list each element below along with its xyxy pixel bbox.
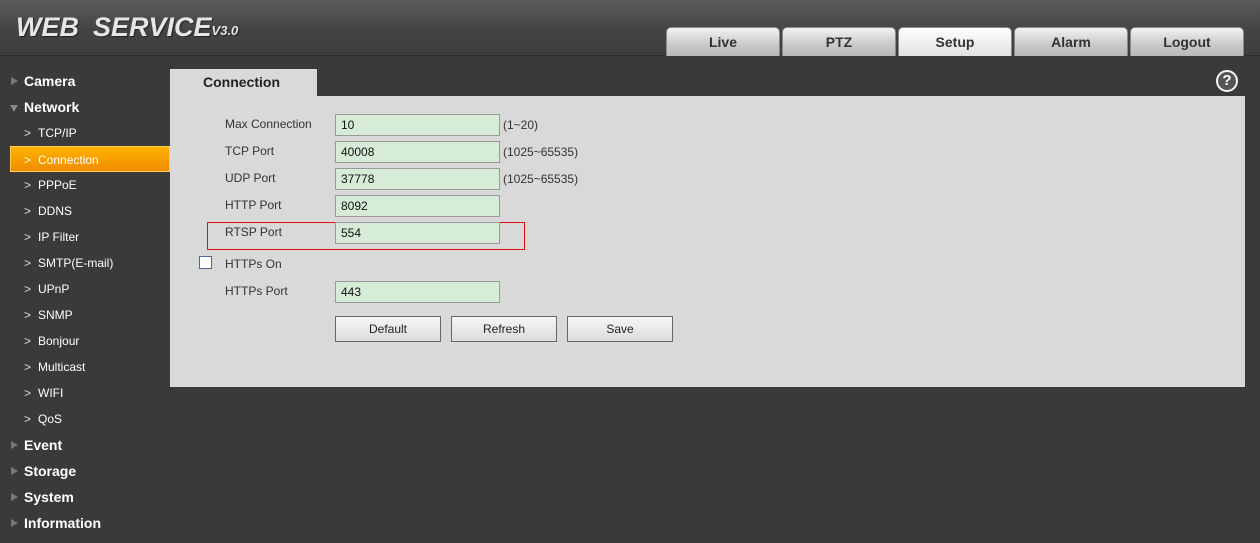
sidebar: Camera Network > TCP/IP > Connection > PPPo… (0, 68, 170, 536)
triangle-right-icon (11, 77, 18, 85)
sidebar-category-network[interactable]: Network (0, 94, 170, 120)
triangle-right-icon (11, 519, 18, 527)
sidebar-category-label: Event (24, 437, 63, 453)
tab-live[interactable]: Live (666, 27, 780, 56)
max-connection-input[interactable] (335, 114, 500, 136)
sidebar-category-system[interactable]: System (0, 484, 170, 510)
sidebar-item-label: WIFI (38, 386, 64, 400)
sidebar-item-label: DDNS (38, 204, 73, 218)
chevron-right-icon: > (24, 386, 32, 400)
logo-text-web: WEB (16, 12, 79, 42)
sidebar-item-smtp[interactable]: > SMTP(E-mail) (0, 250, 170, 276)
triangle-right-icon (11, 467, 18, 475)
https-port-label: HTTPs Port (225, 284, 288, 298)
content-tab-connection[interactable]: Connection (170, 69, 317, 96)
sidebar-category-label: Camera (24, 73, 76, 89)
sidebar-item-label: SNMP (38, 308, 73, 322)
chevron-right-icon: > (24, 334, 32, 348)
sidebar-item-label: SMTP(E-mail) (38, 256, 114, 270)
chevron-right-icon: > (24, 308, 32, 322)
sidebar-item-ip-filter[interactable]: > IP Filter (0, 224, 170, 250)
sidebar-category-event[interactable]: Event (0, 432, 170, 458)
triangle-right-icon (11, 493, 18, 501)
sidebar-category-storage[interactable]: Storage (0, 458, 170, 484)
sidebar-item-label: Bonjour (38, 334, 80, 348)
sidebar-item-pppoe[interactable]: > PPPoE (0, 172, 170, 198)
sidebar-category-camera[interactable]: Camera (0, 68, 170, 94)
chevron-right-icon: > (24, 204, 32, 218)
udp-port-hint: (1025~65535) (503, 172, 579, 186)
sidebar-item-ddns[interactable]: > DDNS (0, 198, 170, 224)
http-port-label: HTTP Port (225, 198, 282, 212)
refresh-button[interactable]: Refresh (451, 316, 557, 342)
main-tabs: Live PTZ Setup Alarm Logout (666, 27, 1246, 56)
sidebar-item-connection[interactable]: > Connection (10, 146, 170, 172)
sidebar-item-label: Connection (38, 153, 99, 167)
tab-setup[interactable]: Setup (898, 27, 1012, 56)
udp-port-label: UDP Port (225, 171, 276, 185)
tcp-port-input[interactable] (335, 141, 500, 163)
sidebar-category-information[interactable]: Information (0, 510, 170, 536)
logo-version: V3.0 (211, 23, 239, 38)
sidebar-item-label: IP Filter (38, 230, 80, 244)
sidebar-category-label: Information (24, 515, 101, 531)
header-bar: WEB SERVICEV3.0 Live PTZ Setup Alarm Logo… (0, 0, 1260, 56)
max-connection-hint: (1~20) (503, 118, 539, 132)
chevron-right-icon: > (24, 282, 32, 296)
sidebar-item-tcpip[interactable]: > TCP/IP (0, 120, 170, 146)
chevron-right-icon: > (24, 256, 32, 270)
tab-ptz[interactable]: PTZ (782, 27, 896, 56)
max-connection-label: Max Connection (225, 117, 312, 131)
sidebar-item-snmp[interactable]: > SNMP (0, 302, 170, 328)
sidebar-item-upnp[interactable]: > UPnP (0, 276, 170, 302)
sidebar-category-label: Network (24, 99, 80, 115)
default-button[interactable]: Default (335, 316, 441, 342)
tab-alarm[interactable]: Alarm (1014, 27, 1128, 56)
save-button[interactable]: Save (567, 316, 673, 342)
sidebar-item-label: PPPoE (38, 178, 77, 192)
https-on-checkbox[interactable] (199, 256, 212, 269)
tab-logout[interactable]: Logout (1130, 27, 1244, 56)
rtsp-port-input[interactable] (335, 222, 500, 244)
tcp-port-label: TCP Port (225, 144, 275, 158)
help-icon[interactable]: ? (1216, 70, 1238, 92)
connection-settings-panel: Max Connection (1~20) TCP Port (1025~655… (170, 96, 1245, 387)
rtsp-port-label: RTSP Port (225, 225, 282, 239)
sidebar-item-label: TCP/IP (38, 126, 77, 140)
chevron-right-icon: > (24, 153, 32, 167)
chevron-right-icon: > (24, 230, 32, 244)
sidebar-item-label: Multicast (38, 360, 86, 374)
triangle-down-icon (10, 105, 18, 112)
chevron-right-icon: > (24, 412, 32, 426)
sidebar-category-label: System (24, 489, 74, 505)
tcp-port-hint: (1025~65535) (503, 145, 579, 159)
chevron-right-icon: > (24, 178, 32, 192)
sidebar-item-bonjour[interactable]: > Bonjour (0, 328, 170, 354)
sidebar-item-label: QoS (38, 412, 63, 426)
https-on-label: HTTPs On (225, 257, 282, 271)
sidebar-item-multicast[interactable]: > Multicast (0, 354, 170, 380)
triangle-right-icon (11, 441, 18, 449)
chevron-right-icon: > (24, 126, 32, 140)
sidebar-item-qos[interactable]: > QoS (0, 406, 170, 432)
udp-port-input[interactable] (335, 168, 500, 190)
http-port-input[interactable] (335, 195, 500, 217)
sidebar-item-label: UPnP (38, 282, 70, 296)
https-port-input[interactable] (335, 281, 500, 303)
logo-text-service: SERVICE (93, 12, 212, 42)
sidebar-item-wifi[interactable]: > WIFI (0, 380, 170, 406)
sidebar-category-label: Storage (24, 463, 77, 479)
app-logo: WEB SERVICEV3.0 (16, 12, 238, 43)
chevron-right-icon: > (24, 360, 32, 374)
